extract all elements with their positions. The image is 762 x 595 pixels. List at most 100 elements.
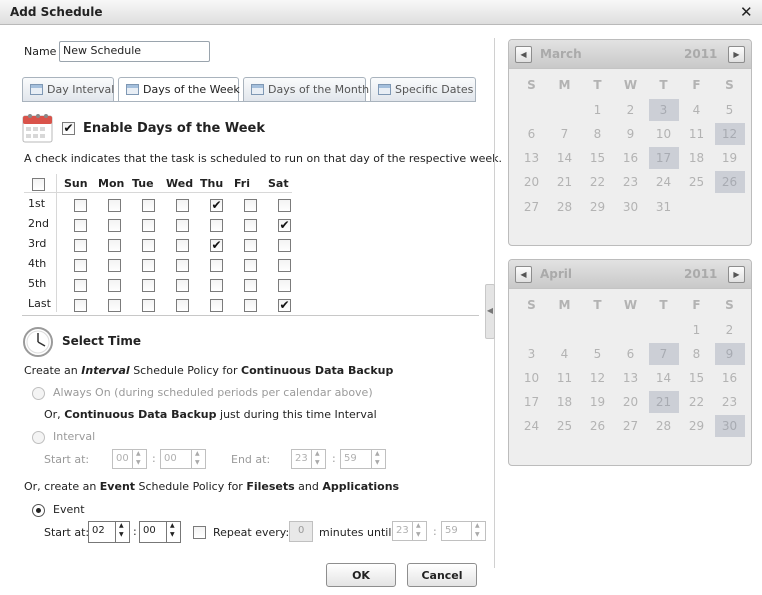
calendar-day[interactable]: 16 [715, 367, 745, 389]
interval-radio[interactable] [32, 431, 45, 444]
calendar-day[interactable]: 29 [583, 196, 613, 218]
day-checkbox-5th-sat[interactable] [278, 279, 291, 292]
calendar-day[interactable]: 14 [550, 147, 580, 169]
calendar-day[interactable]: 20 [517, 171, 547, 193]
day-checkbox-last-sun[interactable] [74, 299, 87, 312]
day-checkbox-last-tue[interactable] [142, 299, 155, 312]
calendar-day[interactable]: 7 [550, 123, 580, 145]
day-checkbox-1st-fri[interactable] [244, 199, 257, 212]
calendar-day[interactable]: 9 [714, 343, 745, 365]
day-checkbox-2nd-fri[interactable] [244, 219, 257, 232]
tab-specific-dates[interactable]: Specific Dates [370, 77, 476, 101]
calendar-day[interactable]: 20 [616, 391, 646, 413]
day-checkbox-4th-fri[interactable] [244, 259, 257, 272]
end-minute-stepper[interactable]: 59 [340, 449, 386, 469]
calendar-day[interactable]: 13 [616, 367, 646, 389]
enable-days-checkbox[interactable] [62, 122, 75, 135]
calendar-day[interactable]: 10 [517, 367, 547, 389]
day-checkbox-5th-tue[interactable] [142, 279, 155, 292]
day-checkbox-2nd-thu[interactable] [210, 219, 223, 232]
start-hour-stepper[interactable]: 00 [112, 449, 147, 469]
calendar-day[interactable]: 11 [550, 367, 580, 389]
always-on-radio[interactable] [32, 387, 45, 400]
tab-days-of-the-month[interactable]: Days of the Month [243, 77, 369, 101]
select-all-checkbox[interactable] [32, 178, 45, 191]
day-checkbox-4th-mon[interactable] [108, 259, 121, 272]
day-checkbox-3rd-sat[interactable] [278, 239, 291, 252]
calendar-day[interactable]: 4 [682, 99, 712, 121]
day-checkbox-last-sat[interactable] [278, 299, 291, 312]
calendar-day[interactable]: 21 [550, 171, 580, 193]
close-icon[interactable]: ✕ [740, 3, 753, 21]
calendar-day[interactable]: 29 [682, 415, 712, 437]
calendar-day[interactable]: 19 [715, 147, 745, 169]
calendar-day[interactable]: 18 [682, 147, 712, 169]
day-checkbox-5th-wed[interactable] [176, 279, 189, 292]
day-checkbox-3rd-sun[interactable] [74, 239, 87, 252]
calendar-day[interactable]: 16 [616, 147, 646, 169]
day-checkbox-1st-sat[interactable] [278, 199, 291, 212]
calendar-day[interactable]: 10 [649, 123, 679, 145]
calendar-day[interactable]: 4 [550, 343, 580, 365]
day-checkbox-4th-tue[interactable] [142, 259, 155, 272]
day-checkbox-3rd-thu[interactable] [210, 239, 223, 252]
calendar-day[interactable]: 21 [648, 391, 679, 413]
calendar-day[interactable]: 31 [649, 196, 679, 218]
day-checkbox-last-mon[interactable] [108, 299, 121, 312]
day-checkbox-2nd-mon[interactable] [108, 219, 121, 232]
day-checkbox-1st-thu[interactable] [210, 199, 223, 212]
until-hour-stepper[interactable]: 23 [392, 521, 427, 541]
next-month-icon[interactable]: ▶ [728, 266, 745, 283]
day-checkbox-3rd-mon[interactable] [108, 239, 121, 252]
calendar-day[interactable]: 26 [714, 171, 745, 193]
calendar-day[interactable]: 9 [616, 123, 646, 145]
calendar-day[interactable]: 7 [648, 343, 679, 365]
calendar-day[interactable]: 28 [550, 196, 580, 218]
day-checkbox-3rd-tue[interactable] [142, 239, 155, 252]
event-radio[interactable] [32, 504, 45, 517]
calendar-day[interactable]: 12 [583, 367, 613, 389]
day-checkbox-4th-sun[interactable] [74, 259, 87, 272]
calendar-day[interactable]: 8 [682, 343, 712, 365]
next-month-icon[interactable]: ▶ [728, 46, 745, 63]
calendar-day[interactable]: 22 [682, 391, 712, 413]
event-hour-stepper[interactable]: 02 [88, 521, 130, 543]
calendar-day[interactable]: 30 [714, 415, 745, 437]
calendar-day[interactable]: 23 [616, 171, 646, 193]
calendar-day[interactable]: 11 [682, 123, 712, 145]
calendar-day[interactable]: 6 [517, 123, 547, 145]
calendar-day[interactable]: 17 [517, 391, 547, 413]
day-checkbox-last-fri[interactable] [244, 299, 257, 312]
calendar-day[interactable]: 18 [550, 391, 580, 413]
calendar-day[interactable]: 14 [649, 367, 679, 389]
repeat-checkbox[interactable] [193, 526, 206, 539]
day-checkbox-5th-mon[interactable] [108, 279, 121, 292]
day-checkbox-1st-tue[interactable] [142, 199, 155, 212]
collapse-panel-handle[interactable]: ◀ [485, 284, 495, 339]
until-minute-stepper[interactable]: 59 [441, 521, 486, 541]
cancel-button[interactable]: Cancel [407, 563, 477, 587]
calendar-day[interactable]: 28 [649, 415, 679, 437]
calendar-day[interactable]: 24 [649, 171, 679, 193]
day-checkbox-2nd-sat[interactable] [278, 219, 291, 232]
calendar-day[interactable]: 13 [517, 147, 547, 169]
day-checkbox-4th-wed[interactable] [176, 259, 189, 272]
repeat-minutes-input[interactable]: 0 [289, 521, 313, 542]
calendar-day[interactable]: 27 [517, 196, 547, 218]
day-checkbox-5th-sun[interactable] [74, 279, 87, 292]
calendar-day[interactable]: 25 [682, 171, 712, 193]
calendar-day[interactable]: 25 [550, 415, 580, 437]
calendar-day[interactable]: 15 [583, 147, 613, 169]
calendar-day[interactable]: 12 [714, 123, 745, 145]
calendar-day[interactable]: 8 [583, 123, 613, 145]
calendar-day[interactable]: 22 [583, 171, 613, 193]
calendar-day[interactable]: 30 [616, 196, 646, 218]
tab-days-of-the-week[interactable]: Days of the Week [118, 77, 240, 102]
calendar-day[interactable]: 1 [682, 319, 712, 341]
calendar-day[interactable]: 3 [648, 98, 679, 121]
calendar-day[interactable]: 2 [616, 99, 646, 121]
day-checkbox-5th-thu[interactable] [210, 279, 223, 292]
calendar-day[interactable]: 2 [715, 319, 745, 341]
day-checkbox-last-thu[interactable] [210, 299, 223, 312]
event-minute-stepper[interactable]: 00 [139, 521, 181, 543]
